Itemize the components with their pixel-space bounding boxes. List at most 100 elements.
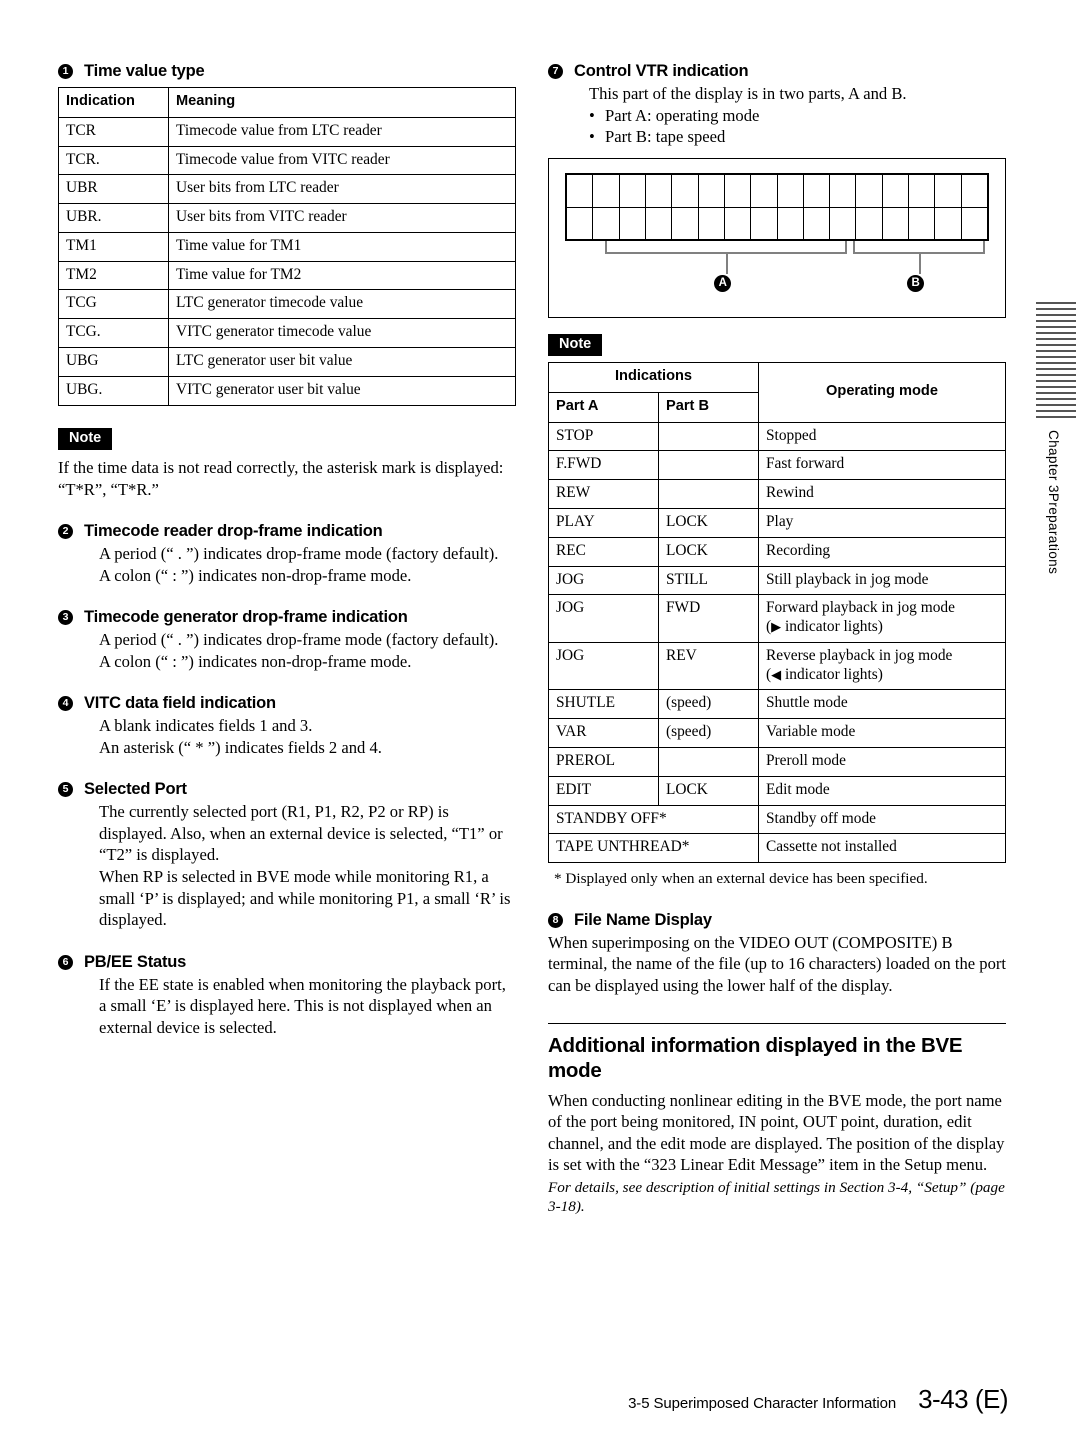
chapter-tab-line: [1036, 380, 1076, 382]
chapter-tab-line: [1036, 332, 1076, 334]
table-row: STOP Stopped: [548, 421, 1006, 452]
table-header-row-group: Indications Operating mode: [548, 362, 1006, 423]
cell-part-b: LOCK: [658, 536, 759, 567]
section-body: When conducting nonlinear editing in the…: [548, 1090, 1005, 1175]
item-body: When superimposing on the VIDEO OUT (COM…: [548, 932, 1006, 997]
bracket-part-a: [605, 240, 847, 254]
item-number-badge: 1: [58, 64, 73, 79]
cell-meaning: Timecode value from LTC reader: [168, 116, 516, 147]
opmode-footnote: * Displayed only when an external device…: [554, 870, 928, 888]
vtr-grid-cell: [671, 207, 697, 239]
table-row: F.FWD Fast forward: [548, 450, 1006, 481]
vtr-grid-cell: [802, 207, 829, 239]
note-block-right: Note: [548, 333, 1006, 357]
cell-operating-mode: Cassette not installed: [758, 833, 1006, 864]
note-text: If the time data is not read correctly, …: [58, 457, 504, 499]
cell-operating-mode: Preroll mode: [758, 747, 1006, 777]
section-title: Additional information displayed in the …: [548, 1033, 963, 1082]
item-time-value-type: 1 Time value type Indication Meaning TCR…: [58, 62, 516, 406]
bracket-part-b: [853, 240, 985, 254]
chapter-tab-line: [1036, 320, 1076, 322]
cell-part-a: STOP: [548, 421, 659, 452]
cell-part-a: PREROL: [548, 747, 659, 777]
table-row: JOG FWD Forward playback in jog mode (▶ ind…: [548, 594, 1006, 643]
cell-operating-mode: Forward playback in jog mode (▶ indicator…: [758, 594, 1006, 643]
vtr-grid-cell: [776, 207, 803, 239]
header-part-a: Part A: [548, 391, 659, 423]
time-value-table-body: TCR Timecode value from LTC reader TCR. Tim…: [58, 116, 516, 406]
label-part-b: B: [907, 274, 925, 292]
chapter-tab-line: [1036, 344, 1076, 346]
table-row: TCR Timecode value from LTC reader: [58, 116, 516, 147]
vtr-grid-cell: [802, 174, 829, 207]
item-heading: 6 PB/EE Status: [58, 953, 516, 972]
item-heading: 7 Control VTR indication: [548, 62, 1006, 81]
chapter-part-label: Preparations: [1046, 492, 1061, 575]
cell-part-a: VAR: [548, 718, 659, 749]
table-row: TM2 Time value for TM2: [58, 260, 516, 291]
vtr-grid-cell: [908, 174, 934, 207]
table-row: VAR (speed) Variable mode: [548, 718, 1006, 749]
vtr-grid-cell: [723, 174, 750, 207]
cell-part-b: [658, 747, 759, 777]
header-indication: Indication: [58, 86, 169, 118]
vtr-grid-cell: [934, 207, 960, 239]
cell-part-a: EDIT: [548, 775, 659, 806]
cell-part-b: FWD: [658, 594, 759, 643]
vtr-grid-cell: [829, 174, 855, 207]
document-page: 1 Time value type Indication Meaning TCR…: [0, 0, 1080, 1441]
vtr-grid-cell: [671, 174, 697, 207]
cell-indication: TCR: [58, 116, 169, 147]
vtr-part-brackets: A B: [565, 240, 989, 307]
table-row: UBG. VITC generator user bit value: [58, 375, 516, 406]
header-part-b: Part B: [658, 391, 759, 423]
table-row: TCG. VITC generator timecode value: [58, 318, 516, 349]
cell-part-a: STANDBY OFF*: [548, 804, 759, 835]
vtr-grid-cell: [644, 207, 671, 239]
item-title: Timecode generator drop-frame indication: [84, 608, 408, 627]
time-value-table: Indication Meaning TCR Timecode value fro…: [58, 86, 516, 406]
cell-part-a: JOG: [548, 594, 659, 643]
vtr-grid-cell: [908, 207, 934, 239]
cell-part-a: REW: [548, 479, 659, 509]
item-title: Selected Port: [84, 780, 187, 799]
table-row: REW Rewind: [548, 479, 1006, 509]
vtr-grid-cell: [697, 207, 724, 239]
vtr-grid-cell: [855, 174, 881, 207]
right-column: 7 Control VTR indication This part of th…: [548, 62, 1006, 1216]
item-number-badge: 6: [58, 954, 73, 970]
table-row: EDIT LOCK Edit mode: [548, 775, 1006, 806]
body-line: A period (“ . ”) indicates drop-frame mo…: [99, 630, 499, 650]
table-row: JOG REV Reverse playback in jog mode (◀ ind…: [548, 641, 1006, 691]
vtr-grid-cell: [881, 174, 908, 207]
table-row: UBR. User bits from VITC reader: [58, 203, 516, 233]
cell-part-b: LOCK: [658, 775, 759, 806]
chapter-tab-line: [1036, 398, 1076, 400]
item-number-badge: 3: [58, 610, 73, 626]
chapter-tab-line: [1036, 314, 1076, 316]
cell-operating-mode: Play: [758, 507, 1006, 538]
table-header-row: Indication Meaning: [58, 86, 516, 118]
chapter-label: Chapter 3: [1046, 430, 1061, 493]
cell-part-a: JOG: [548, 565, 659, 596]
bullet-line: • Part B: tape speed: [589, 127, 726, 147]
cell-meaning: LTC generator user bit value: [168, 347, 516, 377]
cell-operating-mode: Reverse playback in jog mode (◀ indicator…: [758, 641, 1006, 691]
item-body: The currently selected port (R1, P1, R2,…: [99, 801, 516, 930]
table-row: TM1 Time value for TM1: [58, 231, 516, 262]
item-title: File Name Display: [574, 910, 712, 929]
vtr-character-grid: [565, 172, 989, 241]
body-line: When superimposing on the VIDEO OUT (COM…: [548, 932, 1006, 995]
left-column: 1 Time value type Indication Meaning TCR…: [58, 62, 516, 1038]
cell-indication: TCG: [58, 289, 169, 320]
cell-operating-mode: Rewind: [758, 479, 1006, 509]
chapter-margin-tab: Chapter 3Preparations: [1036, 302, 1076, 574]
table-row: PLAY LOCK Play: [548, 507, 1006, 538]
item-control-vtr-indication: 7 Control VTR indication This part of th…: [548, 62, 1006, 148]
table-row: TCR. Timecode value from VITC reader: [58, 145, 516, 176]
body-line: A period (“ . ”) indicates drop-frame mo…: [99, 544, 499, 564]
cell-part-b: [658, 450, 759, 481]
cell-part-a: F.FWD: [548, 450, 659, 481]
operating-mode-table: Indications Operating mode Part A Part B…: [548, 362, 1006, 864]
chapter-tab-line: [1036, 392, 1076, 394]
